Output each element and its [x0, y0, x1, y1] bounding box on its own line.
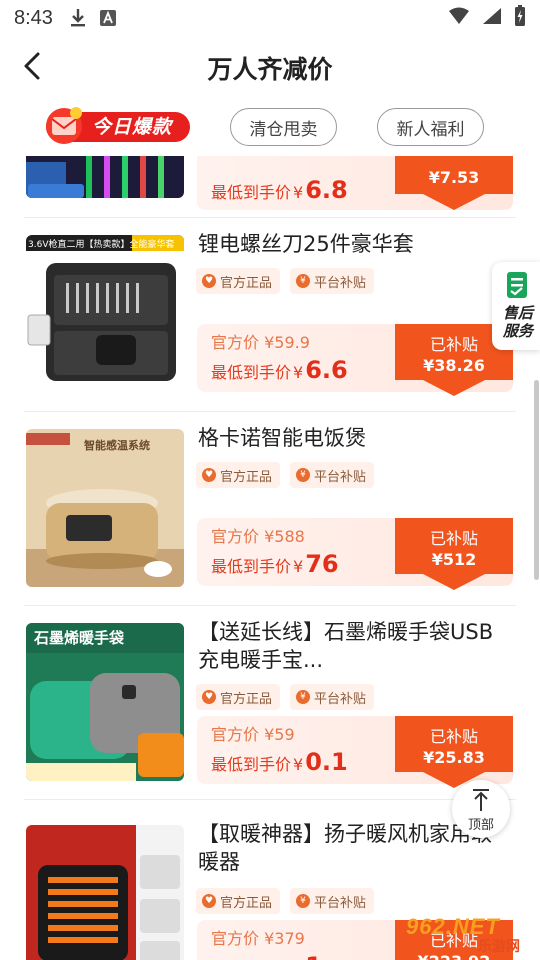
subsidy-tag: 已补贴 ¥512	[395, 518, 513, 592]
status-indicators	[448, 4, 526, 32]
arrow-up-icon	[473, 789, 489, 811]
yen-icon: ¥	[296, 468, 311, 482]
category-tabs: 今日爆款 清仓甩卖 新人福利	[0, 104, 540, 148]
product-thumbnail	[26, 825, 184, 960]
price-box: 官方价 ¥59.9 最低到手价 ¥6.6 已补贴 ¥38.26	[197, 324, 513, 396]
product-card[interactable]: 3.6V枪直二用【热卖款】全能豪华套 锂电螺丝刀25件豪华套 ♥ 官方正品 ¥ 平台…	[24, 218, 516, 412]
battery-icon	[514, 4, 526, 32]
official-price: 官方价 ¥59.9	[211, 333, 310, 352]
badge-platform: ¥ 平台补贴	[290, 268, 375, 294]
badge-row: ♥ 官方正品 ¥ 平台补贴	[196, 462, 375, 488]
heart-icon: ♥	[202, 468, 216, 482]
badge-platform: ¥ 平台补贴	[290, 684, 375, 710]
signal-icon	[482, 7, 502, 30]
product-thumbnail	[26, 156, 184, 198]
clipboard-icon	[507, 272, 527, 298]
after-sales-button[interactable]: 售后服务	[492, 262, 540, 350]
badge-row: ♥ 官方正品 ¥ 平台补贴	[196, 888, 375, 914]
title-bar: 万人齐减价	[0, 36, 540, 96]
price-box: 官方价 ¥588 最低到手价 ¥76 已补贴 ¥512	[197, 518, 513, 590]
tab-new-user[interactable]: 新人福利	[377, 108, 484, 146]
yen-icon: ¥	[296, 274, 311, 288]
yen-icon: ¥	[296, 894, 311, 908]
lowest-price: 最低到手价 ¥ 6.8	[211, 176, 348, 204]
product-title: 锂电螺丝刀25件豪华套	[198, 232, 414, 256]
tab-label: 今日爆款	[92, 116, 173, 138]
product-thumbnail: 石墨烯暖手袋	[26, 623, 184, 781]
badge-row: ♥ 官方正品 ¥ 平台补贴	[196, 268, 375, 294]
product-title: 格卡诺智能电饭煲	[198, 426, 366, 450]
tab-today-hot[interactable]: 今日爆款	[40, 106, 192, 146]
scrollbar[interactable]	[534, 380, 539, 580]
product-thumbnail: 3.6V枪直二用【热卖款】全能豪华套	[26, 235, 184, 393]
badge-official: ♥ 官方正品	[196, 888, 281, 914]
official-price: 官方价 ¥59	[211, 725, 295, 744]
wifi-icon	[448, 7, 470, 30]
badge-row: ♥ 官方正品 ¥ 平台补贴	[196, 684, 375, 710]
lowest-price: 最低到手价 ¥0.1	[211, 748, 348, 776]
price-box: 官方价 ¥59 最低到手价 ¥0.1 已补贴 ¥25.83	[197, 716, 513, 788]
official-price: 官方价 ¥379	[211, 929, 305, 948]
badge-official: ♥ 官方正品	[196, 268, 281, 294]
badge-platform: ¥ 平台补贴	[290, 462, 375, 488]
official-price: 官方价 ¥588	[211, 527, 305, 546]
heart-icon: ♥	[202, 274, 216, 288]
heart-icon: ♥	[202, 690, 216, 704]
yen-icon: ¥	[296, 690, 311, 704]
back-to-top-label: 顶部	[467, 818, 494, 833]
after-sales-label: 售后服务	[502, 304, 533, 340]
subsidy-tag: ¥7.53	[395, 156, 513, 212]
product-thumbnail: 智能感温系统	[26, 429, 184, 587]
product-title: 【送延长线】石墨烯暖手袋USB充电暖手宝...	[198, 620, 494, 672]
thumbnail-caption: 石墨烯暖手袋	[34, 629, 125, 647]
status-bar: 8:43	[0, 0, 540, 36]
tab-clearance[interactable]: 清仓甩卖	[230, 108, 337, 146]
lowest-price: 最低到手价 ¥6.6	[211, 356, 348, 384]
back-to-top-button[interactable]: 顶部	[452, 780, 510, 838]
app-screen: 8:43 万人齐减价 今日爆款 清仓甩卖 新人福利 最低到手价 ¥ 6.8 ¥7…	[0, 0, 540, 960]
product-list: 最低到手价 ¥ 6.8 ¥7.53 3.6V枪直二用【热卖款】全能豪华套 锂电螺…	[0, 156, 540, 960]
download-icon	[69, 8, 87, 28]
status-time: 8:43	[14, 6, 53, 29]
badge-official: ♥ 官方正品	[196, 462, 281, 488]
lowest-price: 最低到手价¥1	[211, 952, 322, 960]
thumbnail-caption: 智能感温系统	[84, 439, 150, 452]
product-card[interactable]: 最低到手价 ¥ 6.8 ¥7.53	[24, 156, 516, 218]
badge-official: ♥ 官方正品	[196, 684, 281, 710]
page-title: 万人齐减价	[207, 55, 333, 84]
subsidy-tag: 已补贴 ¥25.83	[395, 716, 513, 790]
product-card[interactable]: 智能感温系统 格卡诺智能电饭煲 ♥ 官方正品 ¥ 平台补贴 官方价 ¥588 最低到…	[24, 412, 516, 606]
font-icon	[99, 9, 117, 27]
badge-platform: ¥ 平台补贴	[290, 888, 375, 914]
product-card[interactable]: 石墨烯暖手袋 【送延长线】石墨烯暖手袋USB充电暖手宝... ♥ 官方正品 ¥ 平台…	[24, 606, 516, 800]
lowest-price: 最低到手价 ¥76	[211, 550, 339, 578]
thumbnail-caption: 3.6V枪直二用【热卖款】全能豪华套	[28, 240, 175, 250]
price-box: 最低到手价 ¥ 6.8 ¥7.53	[197, 156, 513, 210]
heart-icon: ♥	[202, 894, 216, 908]
site-watermark: 962.NET 乐游网	[406, 914, 520, 955]
